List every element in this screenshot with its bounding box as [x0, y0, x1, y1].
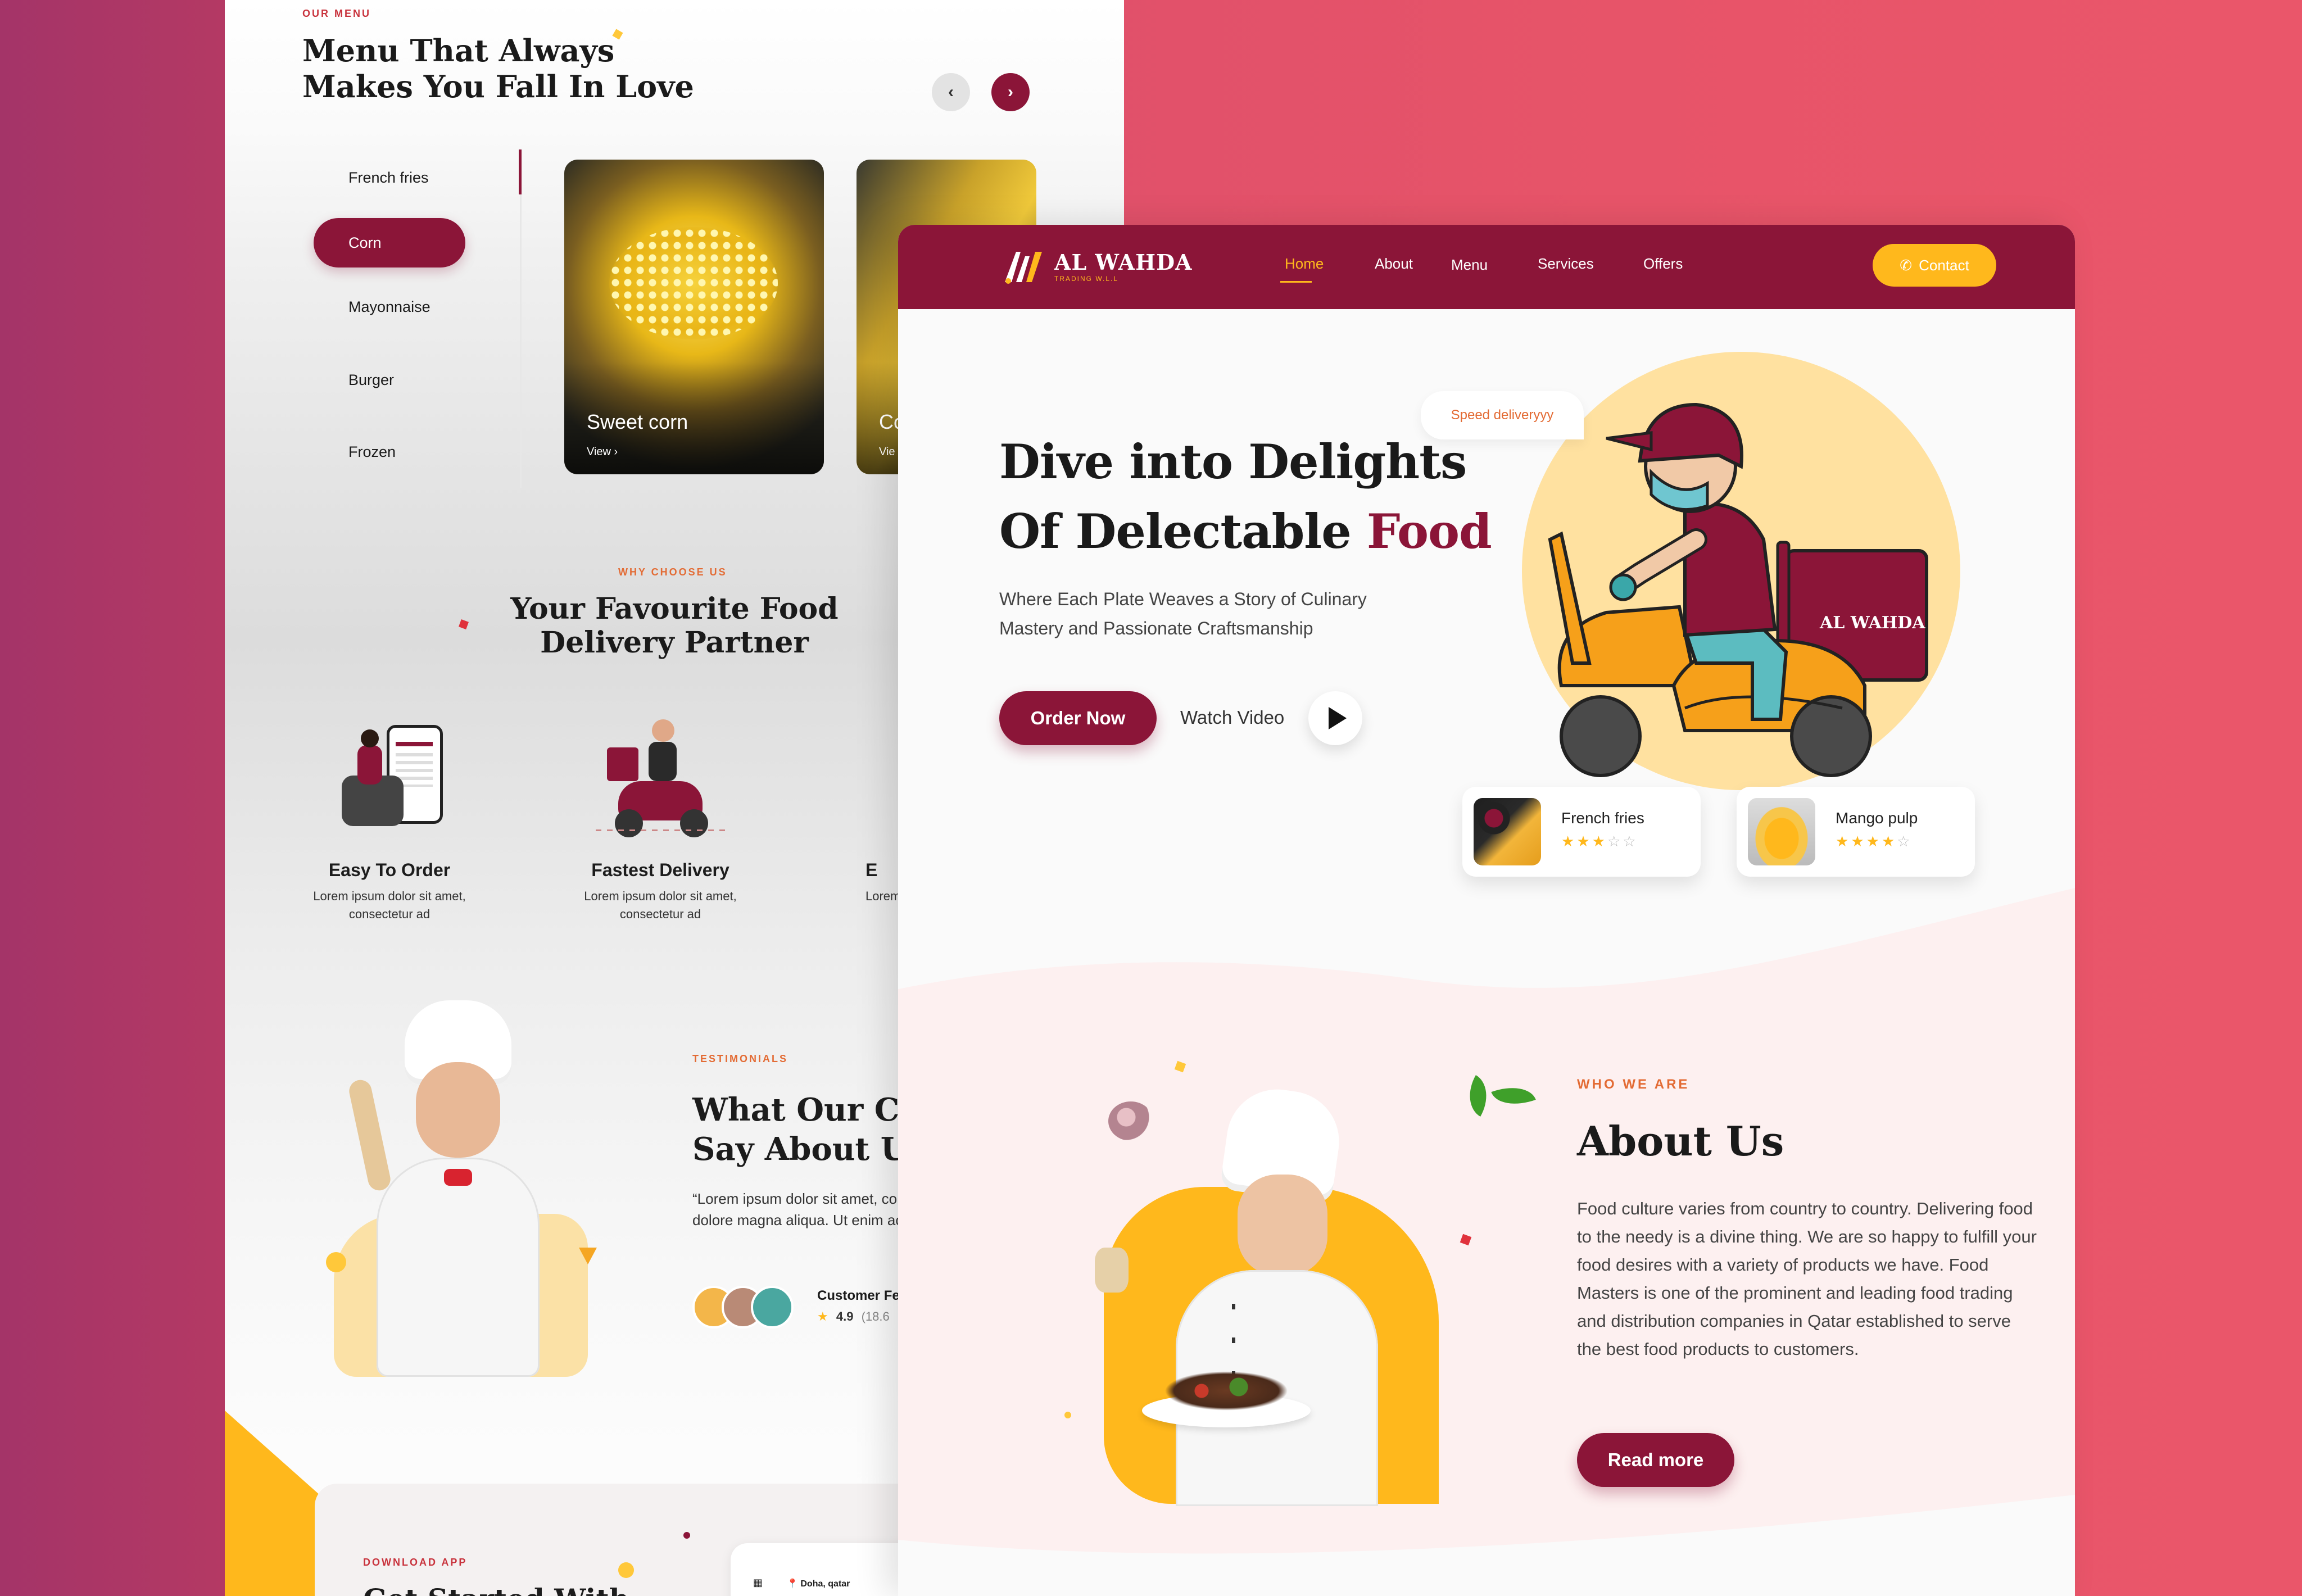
- download-eyebrow: DOWNLOAD APP: [363, 1557, 468, 1568]
- product-card-french-fries[interactable]: French fries ★★★☆☆: [1462, 787, 1701, 877]
- order-now-button[interactable]: Order Now: [999, 691, 1157, 745]
- carousel-next-button[interactable]: ›: [991, 73, 1030, 111]
- category-corn[interactable]: Corn: [314, 218, 465, 267]
- product-rating-stars: ★★★☆☆: [1561, 833, 1638, 850]
- shallot-decoration: [1108, 1101, 1153, 1141]
- download-title: Get Started With: [363, 1583, 629, 1596]
- why-title-line2: Delivery Partner: [540, 625, 809, 660]
- hero-title-accent: Food: [1366, 504, 1492, 559]
- female-chef-image: [326, 1000, 597, 1377]
- nav-menu[interactable]: Menu: [1451, 256, 1488, 274]
- why-eyebrow: WHY CHOOSE US: [618, 566, 727, 578]
- play-video-button[interactable]: [1308, 691, 1362, 745]
- confetti-dot: [1064, 1412, 1071, 1418]
- feature-title: Easy To Order: [328, 860, 451, 880]
- menu-title: Menu That Always Makes You Fall In Love: [302, 33, 694, 105]
- confetti-dot: [618, 1562, 634, 1578]
- customer-avatars: [692, 1286, 805, 1331]
- product-rating-stars: ★★★★☆: [1836, 833, 1913, 850]
- nav-active-underline: [1280, 281, 1312, 283]
- category-mayonnaise[interactable]: Mayonnaise: [314, 282, 465, 332]
- ginger-decoration: [1095, 1248, 1129, 1293]
- logo-mark-icon: [1002, 246, 1046, 285]
- mango-pulp-image: [1748, 798, 1815, 865]
- decorative-block: [225, 1495, 326, 1596]
- delivery-rider-illustration: AL WAHDA: [1548, 402, 1928, 777]
- decorative-triangle: [225, 1411, 326, 1500]
- why-title: Your Favourite Food Delivery Partner: [506, 592, 843, 660]
- front-page-preview: AL WAHDA TRADING W.L.L Home About Menu S…: [898, 225, 2075, 1596]
- read-more-button[interactable]: Read more: [1577, 1433, 1734, 1487]
- phone-icon: ✆: [1900, 256, 1913, 274]
- contact-button[interactable]: ✆ Contact: [1873, 244, 1996, 287]
- menu-card-name: Sweet corn: [587, 410, 688, 433]
- order-phone-illustration: [325, 714, 454, 837]
- customer-rating: ★ 4.9 (18.6: [817, 1309, 890, 1323]
- nav-about[interactable]: About: [1375, 255, 1413, 273]
- category-burger[interactable]: Burger: [314, 355, 465, 405]
- location-label: 📍 Doha, qatar: [787, 1579, 850, 1589]
- about-body-text: Food culture varies from country to coun…: [1577, 1199, 2037, 1359]
- menu-card-view-link[interactable]: View ›: [587, 446, 618, 459]
- product-card-mango-pulp[interactable]: Mango pulp ★★★★☆: [1737, 787, 1975, 877]
- male-chef-image: [1120, 1083, 1502, 1506]
- category-french-fries[interactable]: French fries: [314, 153, 465, 202]
- feature-title: Fastest Delivery: [591, 860, 729, 880]
- menu-card-sweet-corn[interactable]: Sweet corn View ›: [564, 160, 824, 474]
- feature-easy-to-order: Easy To Order Lorem ipsum dolor sit amet…: [297, 714, 482, 923]
- star-icon: ★: [817, 1309, 828, 1323]
- french-fries-image: [1474, 798, 1541, 865]
- chevron-left-icon: ‹: [948, 83, 954, 101]
- feature-description: Lorem ipsum dolor sit amet, consectetur …: [313, 889, 466, 921]
- confetti-dot: [459, 619, 469, 629]
- hero-title: Dive into Delights Of Delectable Food: [999, 434, 1492, 559]
- category-frozen[interactable]: Frozen: [314, 427, 465, 477]
- nav-offers[interactable]: Offers: [1643, 255, 1683, 273]
- about-title: About Us: [1577, 1117, 1784, 1165]
- brand-logo[interactable]: AL WAHDA TRADING W.L.L: [1002, 246, 1193, 285]
- delivery-scooter-illustration: [596, 714, 725, 837]
- menu-title-line2: Makes You Fall In Love: [302, 69, 694, 105]
- watch-video-label[interactable]: Watch Video: [1180, 707, 1284, 728]
- avatar: [751, 1286, 794, 1329]
- menu-eyebrow: OUR MENU: [302, 8, 371, 19]
- corn-bowl-image: [609, 227, 778, 339]
- grid-icon: ▦: [753, 1577, 763, 1588]
- about-eyebrow: WHO WE ARE: [1577, 1077, 1690, 1092]
- hero-subtitle: Where Each Plate Weaves a Story of Culin…: [999, 589, 1367, 638]
- speed-delivery-bubble: Speed deliveryyy: [1421, 391, 1584, 439]
- customer-feedback-label: Customer Fe: [817, 1288, 900, 1303]
- menu-category-list: French fries Corn Mayonnaise Burger Froz…: [314, 149, 522, 488]
- carousel-prev-button[interactable]: ‹: [932, 73, 970, 111]
- feature-fastest-delivery: Fastest Delivery Lorem ipsum dolor sit a…: [568, 714, 753, 923]
- nav-home[interactable]: Home: [1285, 255, 1324, 273]
- brand-name: AL WAHDA: [1054, 249, 1193, 275]
- nav-services[interactable]: Services: [1538, 255, 1594, 273]
- box-brand-text: AL WAHDA: [1819, 613, 1925, 633]
- confetti-dot: [683, 1532, 690, 1539]
- chevron-right-icon: ›: [1008, 83, 1013, 101]
- category-scroll-indicator: [519, 149, 522, 194]
- feature-description: Lorem ipsum dolor sit amet, consectetur …: [584, 889, 737, 921]
- brand-tagline: TRADING W.L.L: [1054, 274, 1119, 283]
- product-name: Mango pulp: [1836, 809, 1918, 827]
- product-name: French fries: [1561, 809, 1644, 827]
- why-title-line1: Your Favourite Food: [510, 592, 839, 626]
- testimonials-eyebrow: TESTIMONIALS: [692, 1053, 788, 1064]
- menu-card-view-link[interactable]: Vie: [879, 446, 895, 459]
- play-icon: [1329, 707, 1347, 729]
- top-navbar: AL WAHDA TRADING W.L.L Home About Menu S…: [898, 225, 2075, 309]
- menu-title-line1: Menu That Always: [302, 33, 615, 69]
